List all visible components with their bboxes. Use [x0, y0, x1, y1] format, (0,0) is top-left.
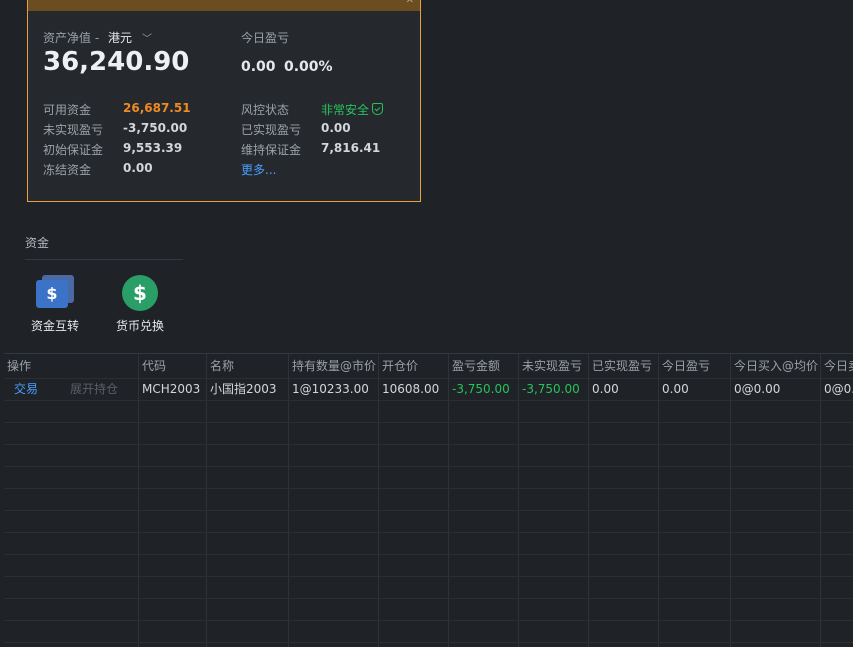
realized-pl-label: 已实现盈亏: [241, 123, 302, 137]
currency-exchange-icon: $: [122, 275, 158, 311]
section-divider: [25, 259, 183, 260]
cell-open-price: 10608.00: [382, 382, 440, 396]
fund-transfer-label: 资金互转: [30, 319, 79, 333]
fund-transfer-button[interactable]: $ 资金互转: [20, 275, 90, 334]
header-open-price[interactable]: 开仓价: [382, 354, 418, 378]
net-assets-value: 36,240.90: [43, 47, 190, 77]
available-funds-value: 26,687.51: [123, 101, 191, 115]
today-pl-value: 0.00: [241, 59, 276, 75]
today-pl-label: 今日盈亏: [241, 31, 290, 45]
header-code[interactable]: 代码: [142, 354, 166, 378]
currency-exchange-label: 货币兑换: [115, 319, 164, 333]
cell-today-pl: 0.00: [662, 382, 689, 396]
header-name[interactable]: 名称: [210, 354, 234, 378]
cell-realized: 0.00: [592, 382, 619, 396]
today-pl-percent: 0.00%: [284, 59, 333, 75]
realized-pl-value: 0.00: [321, 121, 351, 135]
maintenance-margin-label: 维持保证金: [241, 143, 302, 157]
unrealized-pl-label: 未实现盈亏: [43, 123, 104, 137]
available-funds-label: 可用资金: [43, 103, 92, 117]
header-qty-price[interactable]: 持有数量@市价: [292, 354, 376, 378]
card-header: ✕: [28, 0, 420, 11]
header-today-pl[interactable]: 今日盈亏: [662, 354, 710, 378]
currency-exchange-button[interactable]: $ 货币兑换: [105, 275, 175, 334]
header-unrealized[interactable]: 未实现盈亏: [522, 354, 582, 378]
close-icon[interactable]: ✕: [406, 0, 414, 6]
account-summary-card: ✕ 资产净值 - 港元 ﹀ 36,240.90 今日盈亏 0.00 0.00% …: [27, 0, 421, 202]
cell-today-buy: 0@0.00: [734, 382, 781, 396]
cell-qty-price: 1@10233.00: [292, 382, 369, 396]
more-link[interactable]: 更多...: [241, 161, 276, 178]
chevron-down-icon[interactable]: ﹀: [142, 30, 152, 45]
funds-section-title: 资金: [25, 236, 50, 250]
cell-code: MCH2003: [142, 382, 201, 396]
risk-status-text: 非常安全: [321, 103, 370, 117]
unrealized-pl-value: -3,750.00: [123, 121, 188, 135]
net-assets-label: 资产净值 -: [43, 31, 100, 45]
expand-position-link[interactable]: 展开持仓: [70, 378, 118, 400]
fund-transfer-icon: $: [36, 275, 74, 309]
header-realized[interactable]: 已实现盈亏: [592, 354, 652, 378]
currency-selector[interactable]: 港元: [108, 29, 132, 46]
risk-status-value: 非常安全: [321, 101, 384, 118]
frozen-funds-value: 0.00: [123, 161, 153, 175]
frozen-funds-label: 冻结资金: [43, 163, 92, 177]
header-actions[interactable]: 操作: [7, 354, 31, 378]
trade-link[interactable]: 交易: [14, 378, 38, 400]
cell-name: 小国指2003: [210, 382, 277, 396]
cell-today-sell: 0@0.00: [824, 382, 853, 396]
risk-status-label: 风控状态: [241, 103, 290, 117]
header-pl-amount[interactable]: 盈亏金额: [452, 354, 500, 378]
cell-unrealized: -3,750.00: [522, 382, 580, 396]
header-today-sell[interactable]: 今日卖: [824, 354, 853, 378]
initial-margin-value: 9,553.39: [123, 141, 183, 155]
maintenance-margin-value: 7,816.41: [321, 141, 381, 155]
initial-margin-label: 初始保证金: [43, 143, 104, 157]
shield-icon: [372, 103, 384, 115]
cell-pl-amount: -3,750.00: [452, 382, 510, 396]
header-today-buy[interactable]: 今日买入@均价: [734, 354, 818, 378]
positions-table: 操作 代码 名称 持有数量@市价 开仓价 盈亏金额 未实现盈亏 已实现盈亏 今日…: [4, 353, 853, 647]
